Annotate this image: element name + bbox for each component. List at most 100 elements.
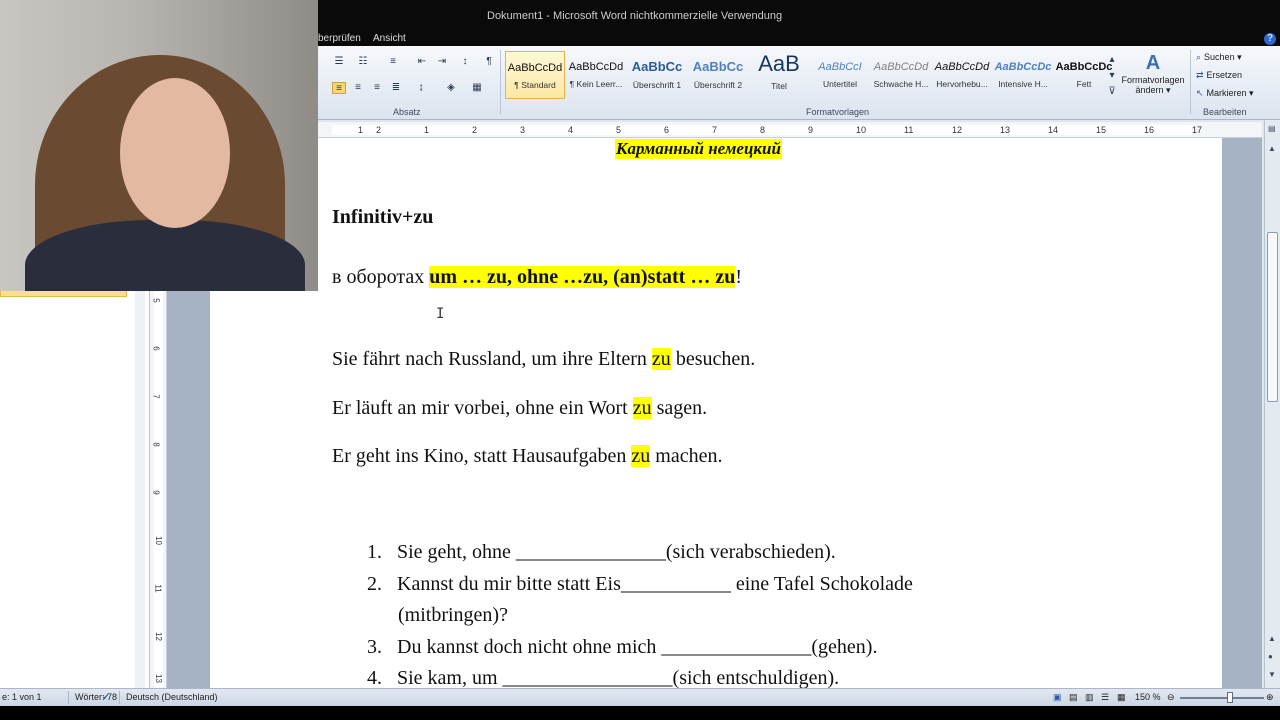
status-language[interactable]: Deutsch (Deutschland) xyxy=(126,692,218,702)
cursor-select-icon: ↖ xyxy=(1196,88,1204,98)
ruler-number: 16 xyxy=(1144,125,1155,135)
status-page[interactable]: e: 1 von 1 xyxy=(2,692,42,702)
style-emphasis[interactable]: AaBbCcDd Hervorhebu... xyxy=(932,51,992,99)
zoom-in-icon[interactable]: ⊕ xyxy=(1266,692,1274,703)
ruler-number: 1 xyxy=(424,125,430,135)
change-styles-label-1: Formatvorlagen xyxy=(1121,75,1185,85)
vertical-ruler[interactable]: 5 6 7 8 9 10 11 12 13 xyxy=(150,290,167,688)
ruler-toggle-icon[interactable]: ▤ xyxy=(1268,124,1276,133)
change-styles-icon: A xyxy=(1145,52,1161,74)
gallery-more-icon[interactable]: ⊽ xyxy=(1105,86,1119,98)
status-words[interactable]: Wörter: 78 xyxy=(75,692,117,702)
ruler-number: 5 xyxy=(616,125,622,135)
line-spacing-icon[interactable]: ↨ xyxy=(414,82,428,94)
scroll-up-icon[interactable]: ▲ xyxy=(1268,144,1276,153)
tab-review[interactable]: berprüfen xyxy=(318,33,361,44)
change-styles-button[interactable]: A Formatvorlagen ändern ▾ xyxy=(1118,52,1188,108)
scrollbar-thumb[interactable] xyxy=(1267,232,1278,402)
pilcrow-icon[interactable]: ¶ xyxy=(482,56,496,68)
replace-icon: ⇄ xyxy=(1196,70,1204,80)
outline-view-icon[interactable]: ☰ xyxy=(1101,692,1109,703)
ruler-number: 1 xyxy=(358,125,364,135)
decrease-indent-icon[interactable]: ⇤ xyxy=(415,56,429,68)
style-sample: AaBbCcI xyxy=(818,61,862,73)
style-sample: AaBbCcDd xyxy=(507,62,563,74)
scroll-next-page-icon[interactable]: ▼ xyxy=(1268,670,1276,679)
justify-icon[interactable]: ≣ xyxy=(389,82,403,94)
bottom-black-bar xyxy=(0,706,1280,720)
zoom-level[interactable]: 150 % xyxy=(1135,692,1161,702)
align-center-icon[interactable]: ≡ xyxy=(351,82,365,94)
numbering-icon[interactable]: ☷ xyxy=(356,56,370,68)
sort-icon[interactable]: ↕ xyxy=(458,56,472,68)
web-layout-icon[interactable]: ▥ xyxy=(1085,692,1094,703)
zoom-slider-knob[interactable] xyxy=(1227,692,1234,703)
style-sample: AaBbCc xyxy=(692,59,744,74)
zoom-out-icon[interactable]: ⊖ xyxy=(1167,692,1175,703)
style-sample: AaBbCcDc xyxy=(994,61,1052,73)
align-right-icon[interactable]: ≡ xyxy=(370,82,384,94)
style-name: Hervorhebu... xyxy=(936,79,988,89)
borders-icon[interactable]: ▦ xyxy=(470,82,484,94)
style-subtitle[interactable]: AaBbCcI Untertitel xyxy=(810,51,870,99)
exercise-item: 4. Sie kam, um _________________(sich ent… xyxy=(367,667,839,690)
navigation-pane[interactable] xyxy=(0,290,150,688)
draft-view-icon[interactable]: ▦ xyxy=(1117,692,1126,703)
ruler-number: 9 xyxy=(808,125,814,135)
print-layout-icon[interactable]: ▣ xyxy=(1053,692,1062,703)
style-title[interactable]: AaB Titel xyxy=(749,51,809,99)
ruler-number: 13 xyxy=(1000,125,1011,135)
style-intense-emphasis[interactable]: AaBbCcDc Intensive H... xyxy=(993,51,1053,99)
shading-icon[interactable]: ◈ xyxy=(444,82,458,94)
group-label-editing: Bearbeiten xyxy=(1203,107,1247,117)
replace-button[interactable]: ⇄ Ersetzen xyxy=(1196,70,1242,81)
navigation-selected-heading[interactable] xyxy=(0,290,127,297)
vruler-number: 12 xyxy=(153,632,163,641)
proofing-icon[interactable]: ✔ xyxy=(102,692,110,703)
vruler-number: 7 xyxy=(151,394,161,399)
help-icon[interactable]: ? xyxy=(1264,33,1276,45)
vertical-scrollbar[interactable]: ▤ ▲ ▲ ● ▼ xyxy=(1264,120,1280,688)
style-name: Überschrift 2 xyxy=(693,80,743,90)
ruler-number: 2 xyxy=(376,125,382,135)
intro-highlight: um … zu, ohne …zu, (an)statt … zu xyxy=(429,266,736,288)
vruler-number: 5 xyxy=(151,298,161,303)
ruler-number: 8 xyxy=(760,125,766,135)
change-styles-label-2: ändern ▾ xyxy=(1135,85,1171,95)
gallery-scroll-down-icon[interactable]: ▾ xyxy=(1105,70,1119,82)
exercise-item: 1. Sie geht, ohne _______________(sich ve… xyxy=(367,541,836,564)
multilevel-list-icon[interactable]: ≡ xyxy=(386,56,400,68)
style-name: Titel xyxy=(771,81,787,91)
select-button[interactable]: ↖ Markieren ▾ xyxy=(1196,88,1254,99)
browse-object-icon[interactable]: ● xyxy=(1268,652,1273,661)
vruler-number: 6 xyxy=(151,346,161,351)
find-button[interactable]: ⌕ Suchen ▾ xyxy=(1196,52,1242,63)
horizontal-ruler[interactable]: 1 2 1 2 3 4 5 6 7 8 9 10 11 12 13 14 15 … xyxy=(318,122,1262,138)
style-heading-1[interactable]: AaBbCc Überschrift 1 xyxy=(627,51,687,99)
ruler-number: 11 xyxy=(904,125,914,135)
example-sentence: Er läuft an mir vorbei, ohne ein Wort zu… xyxy=(332,397,707,420)
group-divider xyxy=(500,50,501,114)
zoom-slider-track[interactable] xyxy=(1180,697,1264,699)
style-sample: AaBbCcDd xyxy=(568,61,624,73)
webcam-overlay xyxy=(0,0,318,291)
style-subtle-emphasis[interactable]: AaBbCcDd Schwache H... xyxy=(871,51,931,99)
example-text: sagen. xyxy=(651,397,708,419)
document-page[interactable]: Карманный немецкий Infinitiv+zu в оборот… xyxy=(210,138,1222,690)
style-heading-2[interactable]: AaBbCc Überschrift 2 xyxy=(688,51,748,99)
exercise-text: Kannst du mir bitte statt Eis___________… xyxy=(397,573,913,595)
align-left-icon[interactable]: ≡ xyxy=(332,82,346,94)
style-sample: AaBbCcDd xyxy=(873,61,929,73)
gallery-scroll-up-icon[interactable]: ▴ xyxy=(1105,54,1119,66)
scroll-prev-page-icon[interactable]: ▲ xyxy=(1268,634,1276,643)
style-sample: AaBbCcDd xyxy=(934,61,990,73)
style-no-spacing[interactable]: AaBbCcDd ¶ Kein Leerr... xyxy=(566,51,626,99)
increase-indent-icon[interactable]: ⇥ xyxy=(435,56,449,68)
bullets-icon[interactable]: ☰ xyxy=(332,56,346,68)
fullscreen-reading-icon[interactable]: ▤ xyxy=(1069,692,1078,703)
tab-view[interactable]: Ansicht xyxy=(373,33,406,44)
style-name: ¶ Kein Leerr... xyxy=(569,79,623,89)
style-standard[interactable]: AaBbCcDd ¶ Standard xyxy=(505,51,565,99)
status-divider xyxy=(68,691,69,704)
navigation-pane-scrollbar[interactable] xyxy=(135,290,145,688)
